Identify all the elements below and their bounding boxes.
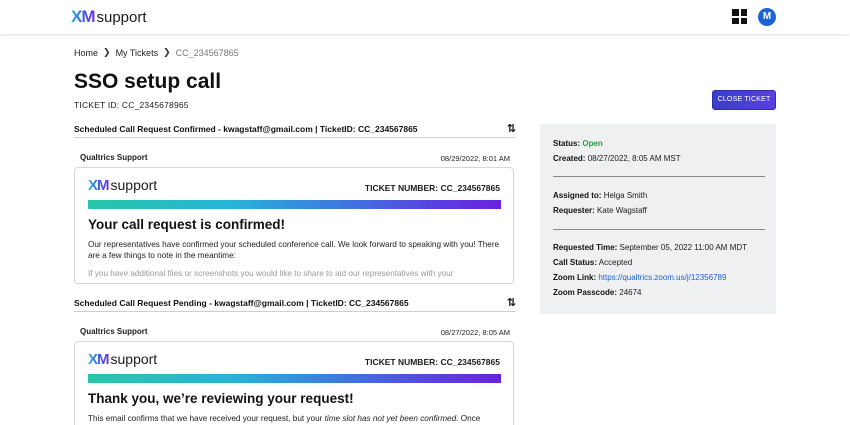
breadcrumb-home[interactable]: Home [74, 48, 98, 58]
ticket-id: TICKET ID: CC_2345678965 [74, 100, 189, 110]
thread-title: Scheduled Call Request Pending - kwagsta… [74, 298, 409, 308]
sort-icon[interactable]: ⇅ [507, 296, 516, 309]
breadcrumb-current: CC_234567865 [175, 47, 239, 58]
status-badge: Open [582, 139, 603, 148]
assigned-label: Assigned to: [553, 191, 602, 200]
requested-time-value: September 05, 2022 11:00 AM MDT [619, 243, 748, 252]
created-row: Created: 08/27/2022, 8:05 AM MST [553, 154, 681, 163]
zoom-link-label: Zoom Link: [553, 273, 597, 282]
zoom-passcode-label: Zoom Passcode: [553, 288, 618, 297]
gradient-bar [88, 374, 501, 383]
email-card: XM support TICKET NUMBER: CC_234567865 Y… [74, 167, 514, 284]
assigned-row: Assigned to: Helga Smith [553, 191, 647, 200]
avatar[interactable]: M [758, 8, 776, 26]
divider [553, 229, 765, 230]
email-logo-text: support [110, 351, 158, 367]
message-sender: Qualtrics Support [80, 153, 148, 162]
gradient-bar [88, 200, 501, 209]
zoom-passcode-row: Zoom Passcode: 24674 [553, 288, 642, 297]
divider [553, 176, 765, 177]
email-logo-xm: XM [88, 351, 109, 368]
email-card: XM support TICKET NUMBER: CC_234567865 T… [74, 341, 514, 425]
email-body-faded: If you have additional files or screensh… [88, 269, 454, 278]
email-ticket-number: TICKET NUMBER: CC_234567865 [364, 357, 500, 367]
assigned-value: Helga Smith [603, 191, 648, 200]
requested-time-row: Requested Time: September 05, 2022 11:00… [553, 243, 747, 252]
status-row: Status: Open [553, 139, 603, 148]
created-value: 08/27/2022, 8:05 AM MST [587, 154, 681, 163]
breadcrumb-my-tickets[interactable]: My Tickets [116, 48, 159, 58]
thread-title: Scheduled Call Request Confirmed - kwags… [74, 124, 418, 134]
breadcrumb: Home ❯ My Tickets ❯ CC_234567865 [74, 47, 239, 58]
email-title: Thank you, we’re reviewing your request! [88, 391, 354, 406]
top-header: XM support M [0, 0, 850, 34]
logo-xm: XM [71, 7, 95, 26]
requester-value: Kate Wagstaff [597, 206, 647, 215]
requester-row: Requester: Kate Wagstaff [553, 206, 647, 215]
thread-header[interactable]: Scheduled Call Request Pending - kwagsta… [74, 296, 516, 312]
message-date: 08/27/2022, 8:05 AM [440, 328, 510, 337]
email-body: Our representatives have confirmed your … [88, 240, 500, 260]
logo-support-text: support [96, 9, 147, 26]
message-date: 08/29/2022, 8:01 AM [440, 154, 510, 163]
email-logo: XM support [88, 177, 157, 194]
call-status-label: Call Status: [553, 258, 598, 267]
chevron-right-icon: ❯ [103, 47, 111, 57]
zoom-passcode-value: 24674 [619, 288, 642, 297]
chevron-right-icon: ❯ [163, 47, 171, 57]
email-body-part: . Once [456, 414, 481, 423]
zoom-link-row: Zoom Link: https://qualtrics.zoom.us/j/1… [553, 273, 726, 282]
close-ticket-button[interactable]: CLOSE TICKET [712, 90, 776, 110]
email-logo: XM support [88, 351, 157, 368]
email-logo-text: support [110, 177, 158, 193]
email-logo-xm: XM [88, 177, 109, 194]
requester-label: Requester: [553, 206, 595, 215]
email-body-part: This email confirms that we have receive… [88, 414, 325, 423]
requested-time-label: Requested Time: [553, 243, 618, 252]
sort-icon[interactable]: ⇅ [507, 122, 516, 135]
email-title: Your call request is confirmed! [88, 217, 286, 232]
call-status-row: Call Status: Accepted [553, 258, 632, 267]
thread-header[interactable]: Scheduled Call Request Confirmed - kwags… [74, 122, 516, 138]
email-body-emphasis: time slot has not yet been confirmed [324, 414, 457, 423]
created-label: Created: [553, 154, 586, 163]
call-status-value: Accepted [598, 258, 633, 267]
ticket-details-panel: Status: Open Created: 08/27/2022, 8:05 A… [540, 124, 776, 314]
zoom-link[interactable]: https://qualtrics.zoom.us/j/12356789 [598, 273, 726, 282]
page-title: SSO setup call [74, 70, 222, 93]
status-label: Status: [553, 139, 581, 148]
grid-icon[interactable] [732, 9, 747, 24]
message-sender: Qualtrics Support [80, 327, 148, 336]
email-ticket-number: TICKET NUMBER: CC_234567865 [364, 183, 500, 193]
email-body: This email confirms that we have receive… [88, 413, 502, 424]
xm-support-logo[interactable]: XM support [71, 7, 147, 27]
